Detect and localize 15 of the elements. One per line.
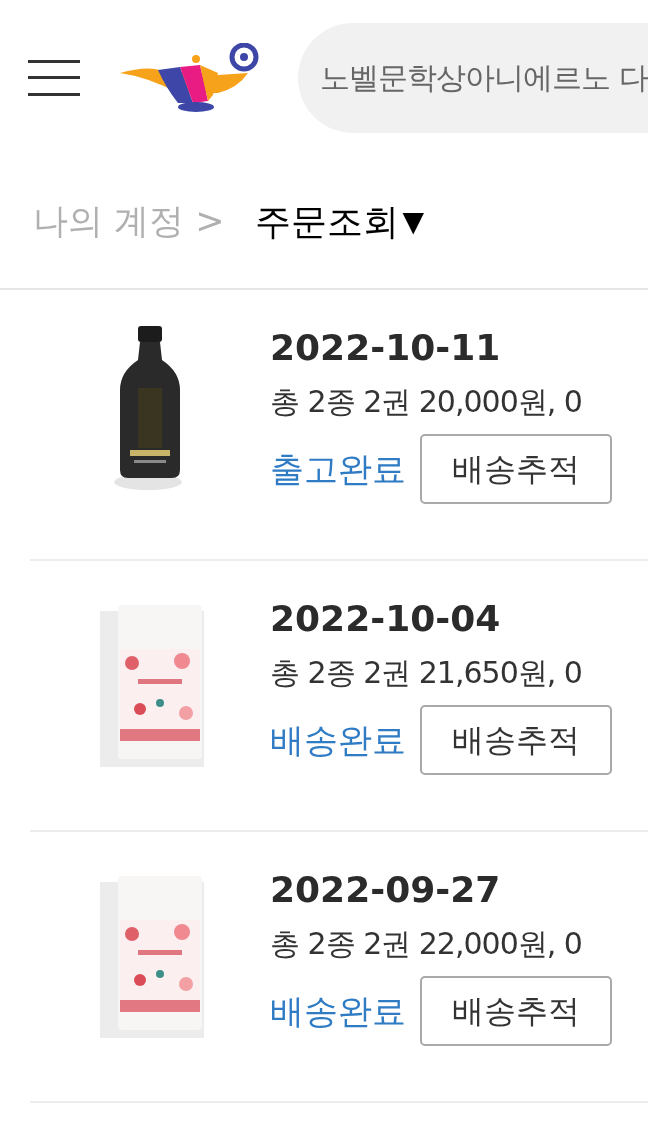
order-date: 2022-10-04	[270, 597, 502, 641]
order-status: 배송완료	[270, 989, 406, 1033]
track-shipping-button[interactable]: 배송추적	[420, 434, 612, 504]
order-summary: 총 2종 2권 20,000원, 0	[270, 383, 583, 421]
order-summary: 총 2종 2권 22,000원, 0	[270, 925, 583, 963]
track-shipping-button[interactable]: 배송추적	[420, 976, 612, 1046]
search-field[interactable]: 노벨문학상아니에르노 다	[298, 22, 648, 133]
order-summary: 총 2종 2권 21,650원, 0	[270, 654, 583, 692]
page-title-dropdown[interactable]: 주문조회▼	[254, 194, 425, 249]
order-status: 출고완료	[270, 447, 406, 491]
menu-icon[interactable]	[28, 59, 80, 96]
order-date: 2022-10-11	[270, 326, 502, 370]
order-date: 2022-09-27	[270, 868, 502, 912]
track-shipping-button[interactable]: 배송추적	[420, 705, 612, 775]
order-status: 배송완료	[270, 718, 406, 762]
